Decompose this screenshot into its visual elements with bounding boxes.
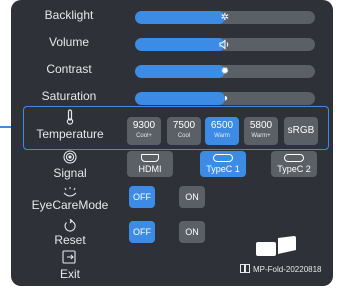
contrast-slider[interactable]: ✹ bbox=[135, 65, 315, 78]
temp-option-sub: Cool bbox=[177, 133, 191, 139]
exit-icon[interactable] bbox=[62, 250, 76, 264]
temp-option-7500[interactable]: 7500 Cool bbox=[167, 117, 201, 145]
temp-option-srgb[interactable]: sRGB bbox=[284, 117, 318, 145]
usb-c-port-icon bbox=[213, 154, 233, 162]
saturation-slider[interactable]: ◑ bbox=[135, 92, 315, 105]
temp-option-value: 5800 bbox=[249, 120, 273, 131]
signal-option-typec1[interactable]: TypeC 1 bbox=[200, 151, 246, 177]
volume-label: Volume bbox=[48, 35, 90, 49]
temp-option-sub: Warm bbox=[214, 133, 230, 139]
temp-option-value: 9300 bbox=[132, 120, 156, 131]
contrast-slider-fill bbox=[135, 65, 225, 78]
fold-device-graphic bbox=[256, 236, 296, 256]
reset-off-button[interactable]: OFF bbox=[129, 221, 155, 243]
model-name: MP-Fold-20220818 bbox=[253, 265, 322, 274]
hdmi-port-icon bbox=[141, 154, 159, 162]
eyecare-label: EyeCareMode bbox=[31, 198, 109, 212]
signal-option-typec2[interactable]: TypeC 2 bbox=[271, 151, 317, 177]
signal-label: Signal bbox=[53, 166, 87, 180]
thermometer-icon bbox=[63, 109, 77, 125]
backlight-slider-fill bbox=[135, 11, 225, 24]
reset-icon bbox=[63, 218, 77, 233]
temp-option-5800[interactable]: 5800 Warm+ bbox=[244, 117, 278, 145]
signal-option-label: HDMI bbox=[138, 164, 162, 174]
signal-icon bbox=[62, 150, 78, 164]
temp-option-9300[interactable]: 9300 Cool+ bbox=[127, 117, 161, 145]
reset-label: Reset bbox=[54, 233, 86, 247]
temp-option-6500[interactable]: 6500 Warm bbox=[205, 117, 239, 145]
temp-option-sub: Warm+ bbox=[251, 133, 271, 139]
temp-option-sub: Cool+ bbox=[136, 133, 152, 139]
model-footer: MP-Fold-20220818 bbox=[240, 264, 321, 274]
eyecare-on-button[interactable]: ON bbox=[179, 186, 205, 208]
signal-option-label: TypeC 2 bbox=[277, 164, 311, 174]
signal-option-label: TypeC 1 bbox=[206, 164, 240, 174]
backlight-slider[interactable]: ✲ bbox=[135, 11, 315, 24]
saturation-slider-fill bbox=[135, 92, 225, 105]
signal-option-hdmi[interactable]: HDMI bbox=[127, 151, 173, 177]
saturation-icon[interactable]: ◑ bbox=[218, 92, 232, 105]
temperature-label: Temperature bbox=[36, 127, 104, 141]
saturation-label: Saturation bbox=[41, 89, 97, 103]
exit-label: Exit bbox=[59, 267, 80, 281]
eye-icon bbox=[62, 185, 78, 197]
reset-on-button[interactable]: ON bbox=[179, 221, 205, 243]
speaker-icon[interactable] bbox=[218, 38, 232, 51]
brightness-icon[interactable]: ✲ bbox=[218, 11, 232, 24]
contrast-sun-icon[interactable]: ✹ bbox=[218, 65, 232, 78]
osd-menu-panel: Backlight ✲ Volume Contrast ✹ Saturation… bbox=[11, 0, 333, 286]
volume-slider-fill bbox=[135, 38, 225, 51]
volume-slider[interactable] bbox=[135, 38, 315, 51]
temp-option-value: 6500 bbox=[210, 120, 234, 131]
backlight-label: Backlight bbox=[44, 8, 94, 22]
usb-c-port-icon bbox=[284, 154, 304, 162]
monitor-fold-icon bbox=[240, 264, 250, 273]
temp-option-value: 7500 bbox=[172, 120, 196, 131]
eyecare-off-button[interactable]: OFF bbox=[129, 186, 155, 208]
contrast-label: Contrast bbox=[46, 62, 92, 76]
temp-option-value: sRGB bbox=[287, 125, 315, 136]
